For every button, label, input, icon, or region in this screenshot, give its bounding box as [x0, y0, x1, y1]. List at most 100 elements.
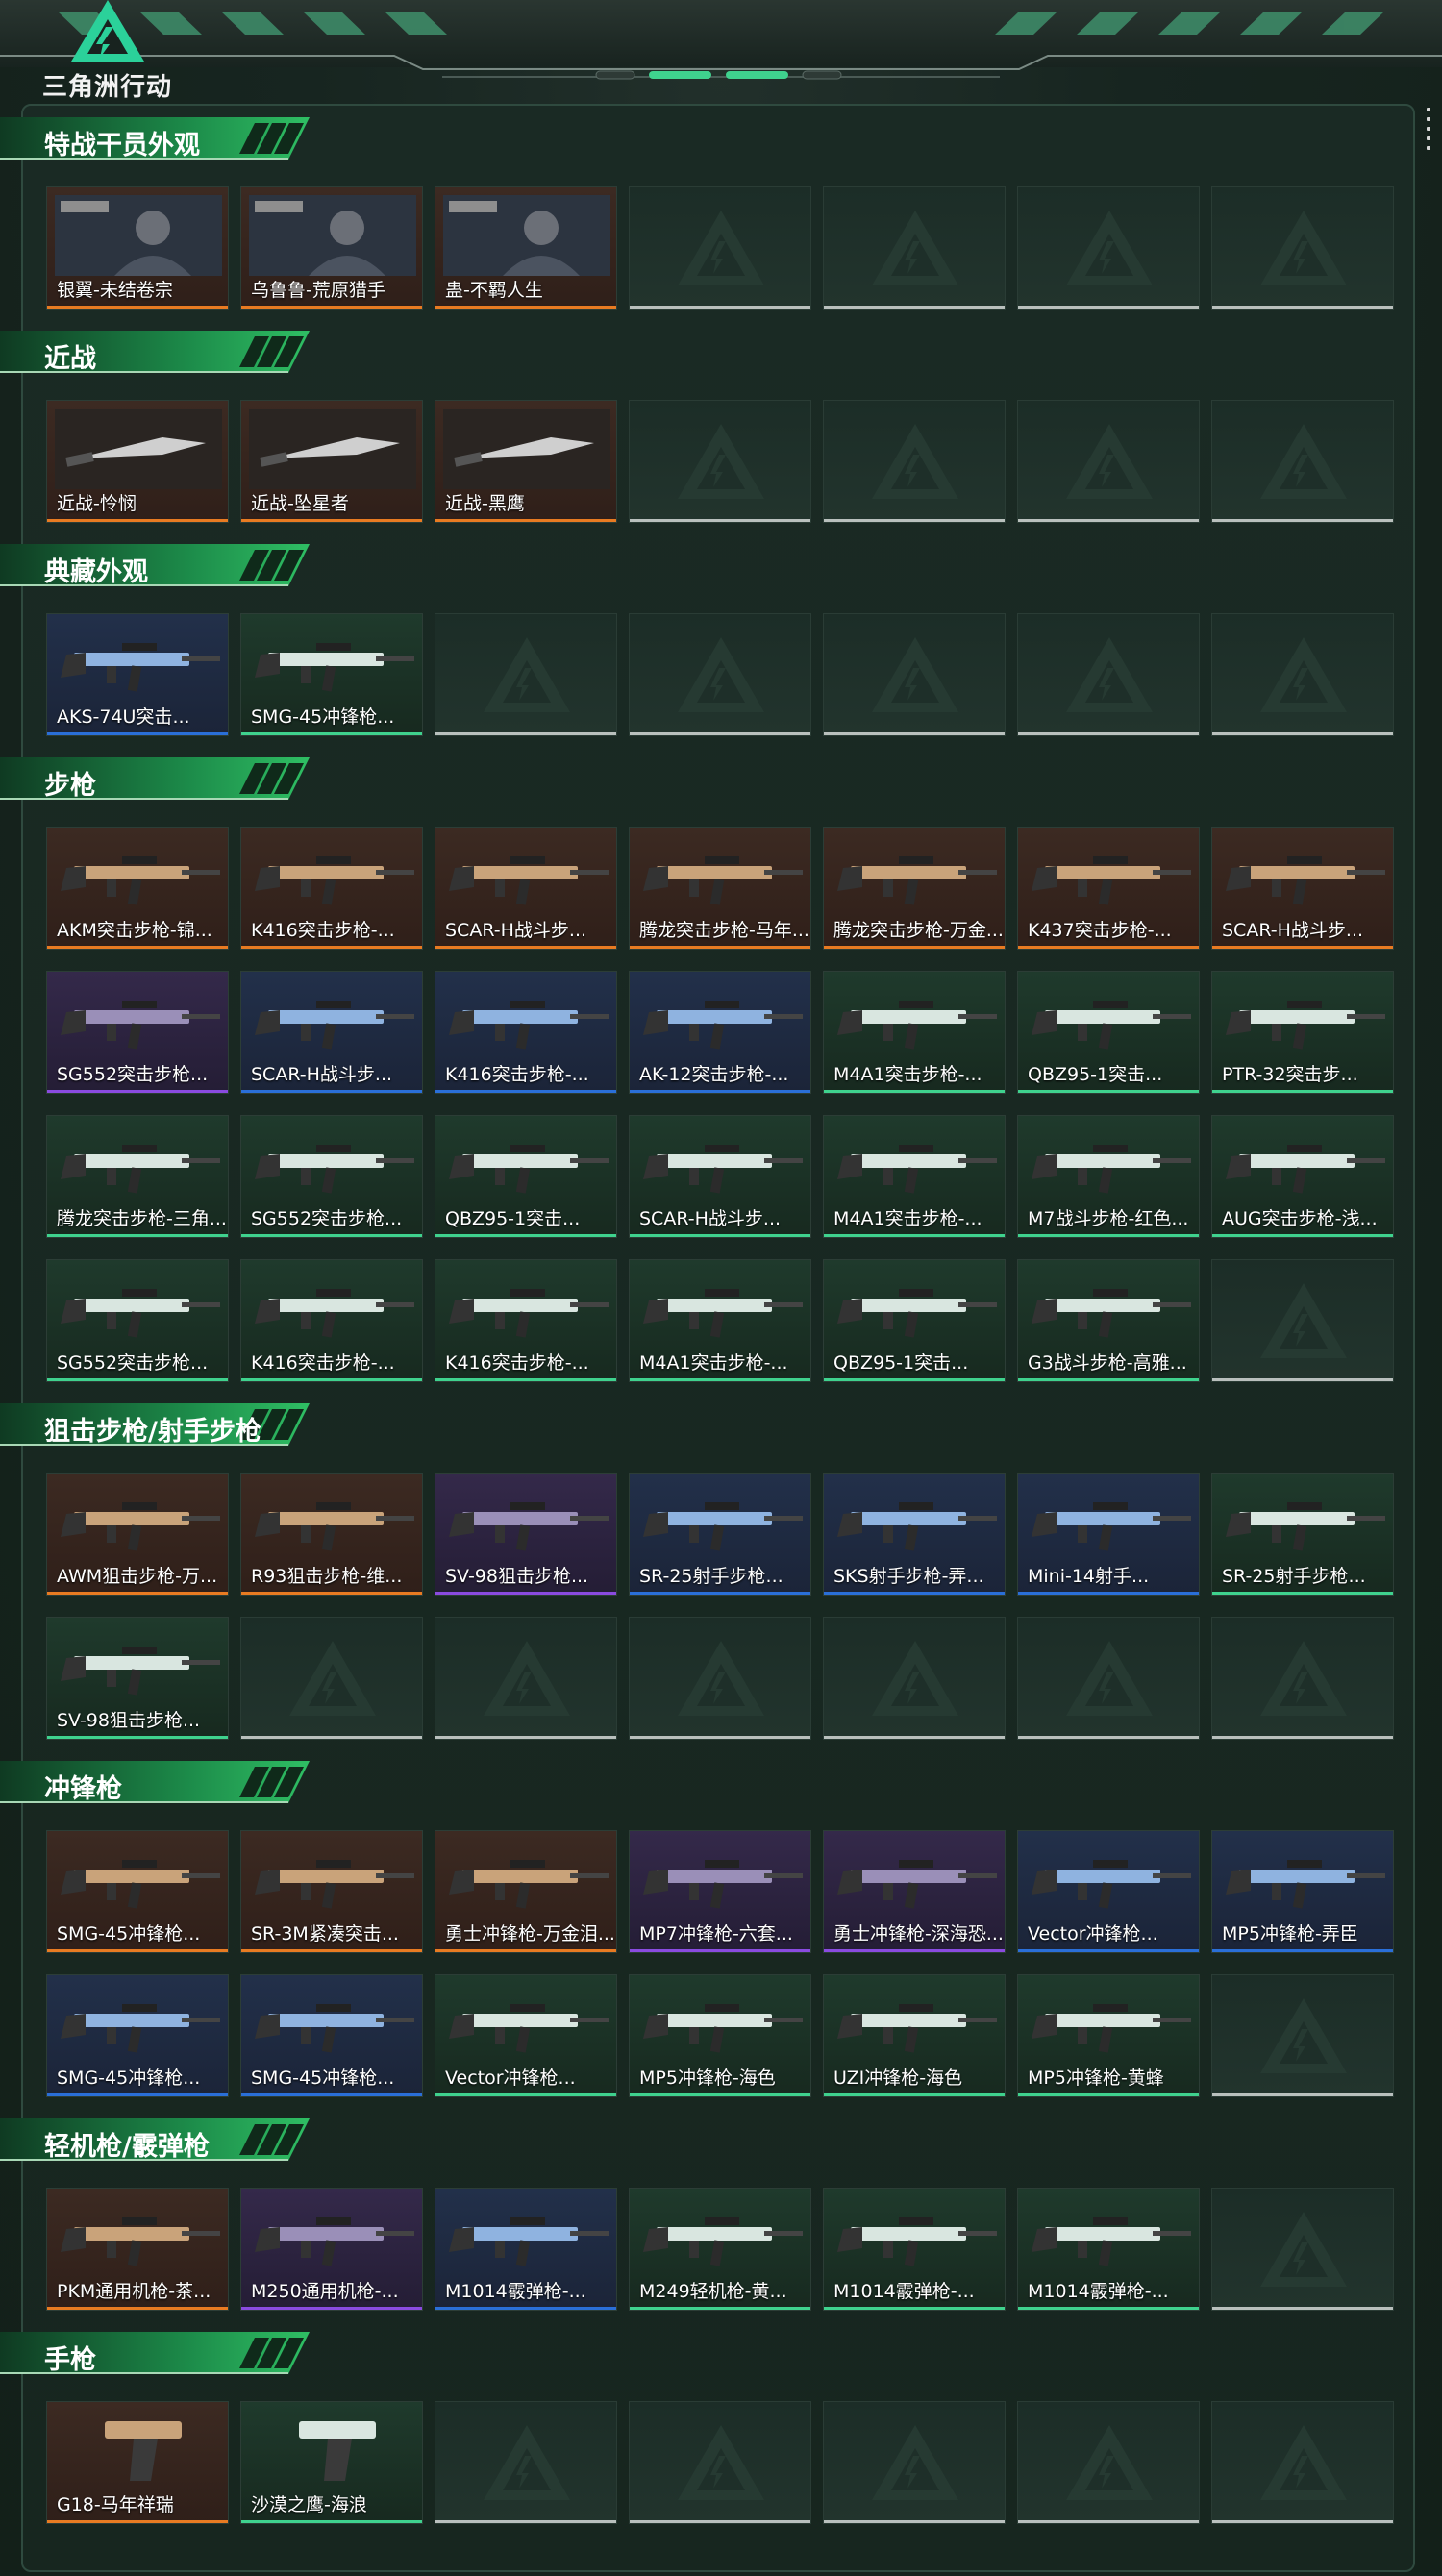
- empty-item-slot: [1017, 400, 1200, 523]
- game-logo-text: 三角洲行动: [42, 73, 173, 102]
- item-card[interactable]: M250通用机枪-...: [240, 2188, 423, 2311]
- weapon-gun-icon: [255, 1145, 414, 1194]
- item-card[interactable]: 乌鲁鲁-荒原猎手: [240, 186, 423, 310]
- rarity-bar: [1212, 1378, 1393, 1381]
- item-card[interactable]: K416突击步枪-...: [435, 1259, 617, 1382]
- item-card[interactable]: SCAR-H战斗步...: [435, 827, 617, 950]
- item-card[interactable]: M4A1突击步枪-...: [629, 1259, 811, 1382]
- item-card[interactable]: SR-25射手步枪...: [1211, 1473, 1394, 1596]
- item-card[interactable]: K437突击步枪-...: [1017, 827, 1200, 950]
- item-card[interactable]: 沙漠之鹰-海浪: [240, 2401, 423, 2524]
- item-card[interactable]: SV-98狙击步枪...: [435, 1473, 617, 1596]
- rarity-bar: [435, 2520, 616, 2523]
- item-card[interactable]: QBZ95-1突击...: [435, 1115, 617, 1238]
- weapon-gun-icon: [449, 1001, 609, 1050]
- item-card[interactable]: Vector冲锋枪...: [435, 1974, 617, 2097]
- item-card[interactable]: 蛊-不羁人生: [435, 186, 617, 310]
- item-card[interactable]: M4A1突击步枪-...: [823, 1115, 1006, 1238]
- item-card[interactable]: 近战-坠星者: [240, 400, 423, 523]
- item-name: K416突击步枪-...: [445, 1352, 589, 1374]
- item-card[interactable]: 近战-黑鹰: [435, 400, 617, 523]
- item-card[interactable]: G18-马年祥瑞: [46, 2401, 229, 2524]
- item-card[interactable]: SG552突击步枪...: [46, 1259, 229, 1382]
- item-card[interactable]: SMG-45冲锋枪...: [240, 1974, 423, 2097]
- item-name: 乌鲁鲁-荒原猎手: [251, 280, 385, 301]
- weapon-gun-icon: [1032, 1289, 1191, 1338]
- item-card[interactable]: K416突击步枪-...: [435, 971, 617, 1094]
- rarity-bar: [47, 1234, 228, 1237]
- item-card[interactable]: R93狙击步枪-维...: [240, 1473, 423, 1596]
- item-card[interactable]: MP5冲锋枪-黄蜂: [1017, 1974, 1200, 2097]
- item-card[interactable]: M4A1突击步枪-...: [823, 971, 1006, 1094]
- knife-icon: [249, 409, 416, 489]
- scrollbar-dots[interactable]: [1426, 108, 1431, 173]
- item-card[interactable]: AKM突击步枪-锦...: [46, 827, 229, 950]
- item-card[interactable]: 腾龙突击步枪-马年...: [629, 827, 811, 950]
- item-card[interactable]: SG552突击步枪...: [46, 971, 229, 1094]
- rarity-bar: [1212, 1592, 1393, 1595]
- item-name: SCAR-H战斗步...: [445, 920, 587, 941]
- item-card[interactable]: UZI冲锋枪-海色: [823, 1974, 1006, 2097]
- item-card[interactable]: M1014霰弹枪-...: [435, 2188, 617, 2311]
- item-name: 近战-黑鹰: [445, 493, 525, 514]
- rarity-bar: [47, 1090, 228, 1093]
- item-card[interactable]: M7战斗步枪-红色...: [1017, 1115, 1200, 1238]
- item-card[interactable]: PTR-32突击步...: [1211, 971, 1394, 1094]
- rarity-bar: [241, 1949, 422, 1952]
- item-name: Vector冲锋枪...: [445, 2068, 576, 2089]
- item-card[interactable]: SMG-45冲锋枪...: [46, 1830, 229, 1953]
- empty-slot-logo-icon: [678, 424, 764, 499]
- item-card[interactable]: SR-25射手步枪...: [629, 1473, 811, 1596]
- item-card[interactable]: K416突击步枪-...: [240, 1259, 423, 1382]
- item-card[interactable]: SV-98狙击步枪...: [46, 1617, 229, 1740]
- operator-portrait-icon: [443, 195, 610, 276]
- empty-item-slot: [435, 613, 617, 736]
- item-card[interactable]: AKS-74U突击...: [46, 613, 229, 736]
- weapon-gun-icon: [1032, 856, 1191, 905]
- item-card[interactable]: QBZ95-1突击...: [1017, 971, 1200, 1094]
- item-card[interactable]: M1014霰弹枪-...: [1017, 2188, 1200, 2311]
- item-card[interactable]: PKM通用机枪-茶...: [46, 2188, 229, 2311]
- weapon-gun-icon: [61, 856, 220, 905]
- item-card[interactable]: SMG-45冲锋枪...: [240, 613, 423, 736]
- item-name: R93狙击步枪-维...: [251, 1566, 403, 1587]
- item-card[interactable]: 勇士冲锋枪-深海恐...: [823, 1830, 1006, 1953]
- item-card[interactable]: 近战-怜悯: [46, 400, 229, 523]
- item-name: MP5冲锋枪-弄臣: [1222, 1923, 1358, 1944]
- item-card[interactable]: MP5冲锋枪-海色: [629, 1974, 811, 2097]
- rarity-bar: [824, 1736, 1005, 1739]
- weapon-gun-icon: [449, 1502, 609, 1551]
- item-card[interactable]: SG552突击步枪...: [240, 1115, 423, 1238]
- item-card[interactable]: SCAR-H战斗步...: [629, 1115, 811, 1238]
- weapon-gun-icon: [643, 1289, 803, 1338]
- weapon-gun-icon: [1226, 1145, 1385, 1194]
- item-card[interactable]: SKS射手步枪-弄...: [823, 1473, 1006, 1596]
- item-card[interactable]: 勇士冲锋枪-万金泪...: [435, 1830, 617, 1953]
- item-name: SMG-45冲锋枪...: [251, 706, 395, 728]
- item-card[interactable]: AUG突击步枪-浅...: [1211, 1115, 1394, 1238]
- item-card[interactable]: Vector冲锋枪...: [1017, 1830, 1200, 1953]
- item-card[interactable]: SMG-45冲锋枪...: [46, 1974, 229, 2097]
- item-card[interactable]: MP7冲锋枪-六套...: [629, 1830, 811, 1953]
- rarity-bar: [824, 519, 1005, 522]
- rarity-bar: [1212, 2093, 1393, 2096]
- item-card[interactable]: 银翼-未结卷宗: [46, 186, 229, 310]
- item-card[interactable]: AWM狙击步枪-万...: [46, 1473, 229, 1596]
- item-card[interactable]: MP5冲锋枪-弄臣: [1211, 1830, 1394, 1953]
- empty-slot-logo-icon: [678, 2425, 764, 2500]
- item-card[interactable]: 腾龙突击步枪-三角...: [46, 1115, 229, 1238]
- item-card[interactable]: M1014霰弹枪-...: [823, 2188, 1006, 2311]
- item-card[interactable]: QBZ95-1突击...: [823, 1259, 1006, 1382]
- weapon-gun-icon: [1032, 1145, 1191, 1194]
- item-name: QBZ95-1突击...: [1028, 1064, 1163, 1085]
- item-card[interactable]: 腾龙突击步枪-万金...: [823, 827, 1006, 950]
- item-card[interactable]: SCAR-H战斗步...: [1211, 827, 1394, 950]
- item-card[interactable]: M249轻机枪-黄...: [629, 2188, 811, 2311]
- item-card[interactable]: SCAR-H战斗步...: [240, 971, 423, 1094]
- empty-slot-logo-icon: [872, 1641, 958, 1716]
- item-card[interactable]: AK-12突击步枪-...: [629, 971, 811, 1094]
- item-card[interactable]: G3战斗步枪-高雅...: [1017, 1259, 1200, 1382]
- item-card[interactable]: Mini-14射手...: [1017, 1473, 1200, 1596]
- item-card[interactable]: SR-3M紧凑突击...: [240, 1830, 423, 1953]
- item-card[interactable]: K416突击步枪-...: [240, 827, 423, 950]
